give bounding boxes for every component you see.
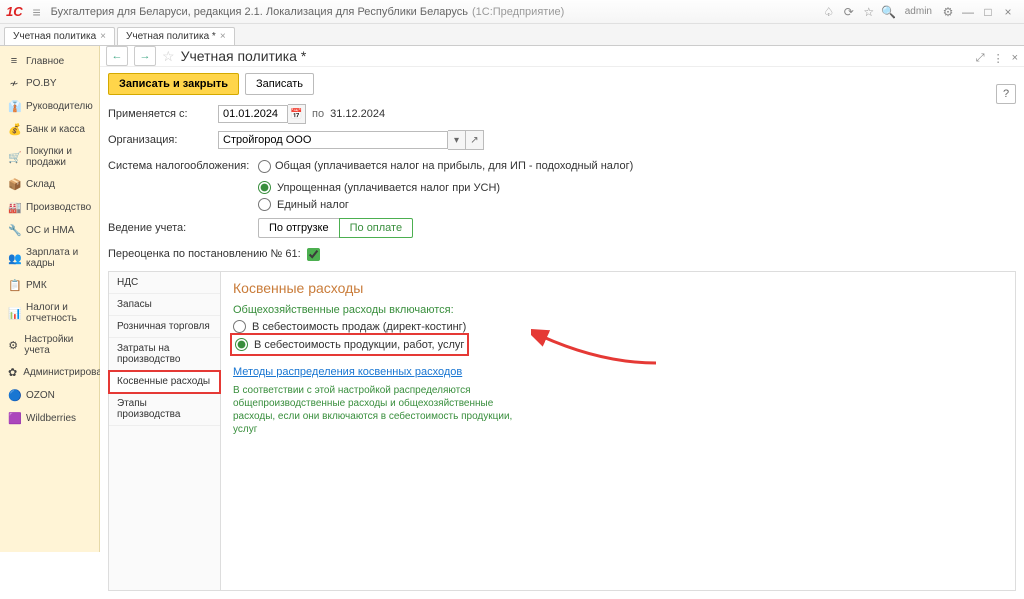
panel-title: Косвенные расходы <box>233 280 1003 296</box>
app-title: Бухгалтерия для Беларуси, редакция 2.1. … <box>51 6 468 18</box>
tab-stocks[interactable]: Запасы <box>109 294 220 316</box>
reval-checkbox[interactable] <box>307 248 320 261</box>
app-product: (1С:Предприятие) <box>472 6 564 18</box>
minimize-icon[interactable]: — <box>958 5 978 19</box>
opt-prod-cost-label: В себестоимость продукции, работ, услуг <box>254 339 464 351</box>
tax-label: Система налогообложения: <box>108 160 258 172</box>
opt-prod-cost-radio[interactable] <box>235 338 248 351</box>
tax-single-radio[interactable] <box>258 198 271 211</box>
page-title: Учетная политика * <box>181 48 307 64</box>
box-icon: 📦 <box>8 178 20 191</box>
nav-production[interactable]: 🏭Производство <box>0 196 99 219</box>
calendar-icon[interactable]: 📅 <box>288 104 306 124</box>
panel-tabs: НДС Запасы Розничная торговля Затраты на… <box>109 272 221 590</box>
tax-general-radio[interactable] <box>258 160 271 173</box>
favorite-icon[interactable]: ☆ <box>162 48 175 65</box>
nav-admin[interactable]: ✿Администрирование <box>0 361 99 384</box>
nav-sidebar: ≡Главное ≁PO.BY 👔Руководителю 💰Банк и ка… <box>0 46 100 552</box>
tax-simplified-radio[interactable] <box>258 181 271 194</box>
back-button[interactable]: ← <box>106 46 128 66</box>
nav-assets[interactable]: 🔧ОС и НМА <box>0 219 99 242</box>
acc-ship-button[interactable]: По отгрузке <box>258 218 339 238</box>
nav-rmk[interactable]: 📋РМК <box>0 274 99 297</box>
ozon-icon: 🔵 <box>8 389 20 402</box>
close-icon[interactable]: × <box>998 5 1018 19</box>
save-button[interactable]: Записать <box>245 73 314 95</box>
nav-taxes[interactable]: 📊Налоги и отчетность <box>0 297 99 329</box>
forward-button[interactable]: → <box>134 46 156 66</box>
tab-bar: Учетная политика× Учетная политика *× <box>0 24 1024 46</box>
nav-bank[interactable]: 💰Банк и касса <box>0 118 99 141</box>
wrench-icon: 🔧 <box>8 224 20 237</box>
hint-text: В соответствии с этой настройкой распред… <box>233 384 533 436</box>
applied-from-input[interactable] <box>218 105 288 123</box>
wb-icon: 🟪 <box>8 412 20 425</box>
nav-warehouse[interactable]: 📦Склад <box>0 173 99 196</box>
user-label: admin <box>905 6 932 17</box>
applied-from-label: Применяется с: <box>108 108 218 120</box>
people-icon: 👥 <box>8 252 20 265</box>
tab-prod-costs[interactable]: Затраты на производство <box>109 338 220 371</box>
factory-icon: 🏭 <box>8 201 20 214</box>
settings-icon[interactable]: ⚙ <box>938 5 958 19</box>
nav-ozon[interactable]: 🔵OZON <box>0 384 99 407</box>
tab-item[interactable]: Учетная политика× <box>4 27 115 45</box>
bank-icon: 💰 <box>8 123 20 136</box>
home-icon: ≡ <box>8 55 20 67</box>
acc-pay-button[interactable]: По оплате <box>339 218 413 238</box>
poby-icon: ≁ <box>8 77 20 90</box>
dropdown-icon[interactable]: ▾ <box>448 130 466 150</box>
distribution-methods-link[interactable]: Методы распределения косвенных расходов <box>233 366 462 378</box>
more-icon[interactable]: ⋮ <box>993 52 1004 65</box>
tab-retail[interactable]: Розничная торговля <box>109 316 220 338</box>
manager-icon: 👔 <box>8 100 20 113</box>
annotation-arrow <box>531 328 661 371</box>
po-label: по <box>312 108 324 120</box>
tab-close-icon[interactable]: × <box>100 31 106 42</box>
org-input[interactable] <box>218 131 448 149</box>
save-close-button[interactable]: Записать и закрыть <box>108 73 239 95</box>
tab-prod-stages[interactable]: Этапы производства <box>109 393 220 426</box>
opt-direct-costing-label: В себестоимость продаж (директ-костинг) <box>252 321 466 333</box>
help-button[interactable]: ? <box>996 84 1016 104</box>
org-label: Организация: <box>108 134 218 146</box>
expand-icon[interactable]: ⤢ <box>976 52 985 65</box>
include-label: Общехозяйственные расходы включаются: <box>233 304 1003 316</box>
nav-wildberries[interactable]: 🟪Wildberries <box>0 407 99 430</box>
nav-hr[interactable]: 👥Зарплата и кадры <box>0 242 99 274</box>
tab-nds[interactable]: НДС <box>109 272 220 294</box>
clipboard-icon: 📋 <box>8 279 20 292</box>
close-panel-icon[interactable]: × <box>1012 52 1018 65</box>
open-icon[interactable]: ↗ <box>466 130 484 150</box>
maximize-icon[interactable]: □ <box>978 5 998 19</box>
app-logo: 1C <box>6 4 23 19</box>
tab-item-active[interactable]: Учетная политика *× <box>117 27 235 45</box>
tab-close-icon[interactable]: × <box>220 31 226 42</box>
tax-single-label: Единый налог <box>277 199 349 211</box>
tax-general-label: Общая (уплачивается налог на прибыль, дл… <box>275 160 633 172</box>
search-icon[interactable]: 🔍 <box>879 5 899 19</box>
nav-purchases[interactable]: 🛒Покупки и продажи <box>0 141 99 173</box>
gear-icon: ⚙ <box>8 339 18 352</box>
notif-icon[interactable]: ♤ <box>819 5 839 19</box>
reval-label: Переоценка по постановлению № 61: <box>108 248 301 260</box>
star-icon[interactable]: ☆ <box>859 5 879 19</box>
tab-indirect-costs[interactable]: Косвенные расходы <box>109 371 220 393</box>
nav-poby[interactable]: ≁PO.BY <box>0 72 99 95</box>
accounting-label: Ведение учета: <box>108 222 258 234</box>
nav-main[interactable]: ≡Главное <box>0 50 99 72</box>
chart-icon: 📊 <box>8 307 20 320</box>
flower-icon: ✿ <box>8 366 17 379</box>
nav-settings[interactable]: ⚙Настройки учета <box>0 329 99 361</box>
tax-simplified-label: Упрощенная (уплачивается налог при УСН) <box>277 182 500 194</box>
nav-manager[interactable]: 👔Руководителю <box>0 95 99 118</box>
history-icon[interactable]: ⟳ <box>839 5 859 19</box>
opt-direct-costing-radio[interactable] <box>233 320 246 333</box>
applied-to-value: 31.12.2024 <box>330 108 385 120</box>
hamburger-icon[interactable]: ≡ <box>29 4 45 20</box>
cart-icon: 🛒 <box>8 151 20 164</box>
